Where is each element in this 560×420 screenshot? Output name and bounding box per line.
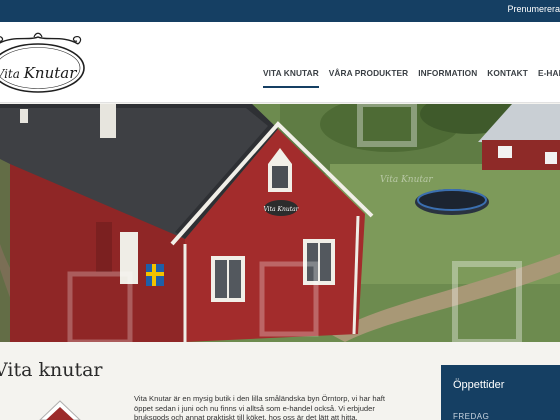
barn-sign-text: Vita Knutar [263, 206, 299, 213]
shop-thumbnail [30, 399, 90, 420]
nav-item-e-handel[interactable]: E-HANDEL [538, 68, 560, 88]
red-barn-photo: Vita Knutar Vita Knutar [0, 104, 560, 342]
logo-word-knutar: Knutar [23, 64, 77, 82]
logo-wordmark: Vita Knutar [0, 64, 82, 82]
top-bar: Prenumerera [0, 0, 560, 22]
nav-item-information[interactable]: INFORMATION [418, 68, 477, 88]
site-header: Vita Knutar VITA KNUTAR VÅRA PRODUKTER I… [0, 22, 560, 103]
logo-frame-icon [0, 32, 85, 93]
page-title: Vita knutar [0, 359, 103, 381]
opening-hours-widget: Öppettider FREDAG [441, 365, 560, 420]
site-logo[interactable]: Vita Knutar [0, 27, 90, 99]
hero-image: Vita Knutar Vita Knutar [0, 104, 560, 342]
intro-paragraph: Vita Knutar är en mysig butik i den lill… [134, 394, 385, 420]
nav-item-kontakt[interactable]: KONTAKT [487, 68, 528, 88]
main-nav: VITA KNUTAR VÅRA PRODUKTER INFORMATION K… [263, 68, 560, 88]
main-content: Vita knutar Vita Knutar är en mysig buti… [0, 342, 560, 420]
opening-hours-title: Öppettider [453, 379, 505, 391]
subscribe-link[interactable]: Prenumerera [507, 4, 560, 14]
logo-word-vita: Vita [0, 67, 20, 81]
nav-item-vara-produkter[interactable]: VÅRA PRODUKTER [329, 68, 408, 88]
opening-hours-day: FREDAG [453, 412, 490, 420]
hero-watermark: Vita Knutar [380, 175, 433, 185]
barn-thumbnail-icon [30, 399, 90, 420]
nav-item-vita-knutar[interactable]: VITA KNUTAR [263, 68, 319, 88]
